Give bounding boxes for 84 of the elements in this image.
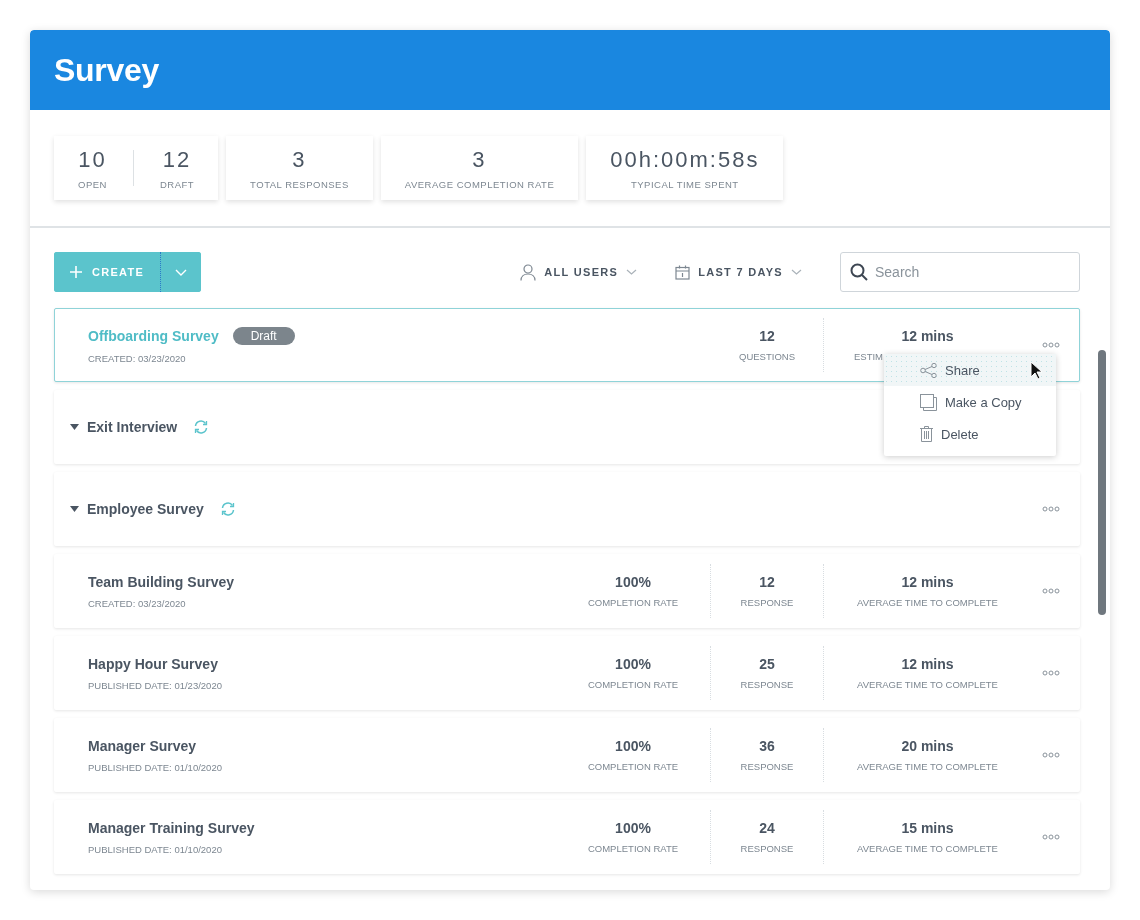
dropdown-button[interactable]: [160, 252, 202, 292]
caret-down-icon[interactable]: [70, 506, 79, 512]
survey-title[interactable]: Manager Training Survey: [88, 819, 556, 836]
more-icon: [1042, 670, 1060, 676]
published-date: PUBLISHED DATE: 01/23/2020: [88, 679, 223, 691]
stat-value: 12: [162, 146, 192, 173]
share-icon: [920, 362, 937, 378]
metric-label: COMPLETION RATE: [587, 597, 679, 608]
metric-label: COMPLETION RATE: [587, 843, 679, 854]
more-icon: [1042, 588, 1060, 594]
metric-label: RESPONSE: [740, 679, 794, 690]
metric-value: 12 mins: [901, 574, 954, 590]
status-badge: Draft: [232, 326, 295, 345]
metric-label: ESTIM: [854, 351, 884, 362]
search-icon: [850, 263, 868, 281]
metric-value: 36: [759, 738, 775, 754]
filter-dropdown[interactable]: LAST 7 DAYS: [675, 252, 802, 292]
stat-value: 3: [472, 146, 487, 173]
survey-title[interactable]: Manager Survey: [88, 737, 556, 754]
metric-value: 15 mins: [901, 820, 954, 836]
survey-row[interactable]: Manager Training Survey PUBLISHED DATE: 01/10/2020 100% COMPLETION RATE 24 RESPONSE 15 mins AVERAGE TIME TO COMPLETE: [54, 800, 1080, 874]
menu-item[interactable]: Share: [884, 354, 1056, 386]
metric-label: RESPONSE: [740, 843, 794, 854]
stat-label: TYPICAL TIME SPENT: [630, 178, 739, 190]
metric-value: 25: [759, 656, 775, 672]
metric-label: AVERAGE TIME TO COMPLETE: [857, 761, 998, 772]
person-icon: [520, 263, 537, 281]
trash-icon: [920, 426, 933, 442]
metric-value: 20 mins: [901, 738, 954, 754]
more-icon: [1042, 834, 1060, 840]
metric-label: QUESTIONS: [739, 351, 795, 362]
copy-icon: [920, 393, 937, 411]
refresh-icon[interactable]: [193, 419, 210, 435]
chevron-down-icon: [791, 269, 802, 275]
chevron-down-icon: [626, 269, 638, 275]
survey-title[interactable]: Team Building Survey: [88, 573, 556, 590]
survey-title[interactable]: Happy Hour Survey: [88, 655, 556, 672]
created-date: CREATED: 03/23/2020: [88, 352, 187, 364]
folder-title[interactable]: Exit Interview: [87, 419, 178, 435]
published-date: PUBLISHED DATE: 01/10/2020: [88, 843, 223, 855]
survey-row[interactable]: Employee Survey: [54, 472, 1080, 546]
metric-label: AVERAGE TIME TO COMPLETE: [857, 597, 998, 608]
metric-value: 100%: [615, 820, 651, 836]
metric-value: 12: [759, 574, 775, 590]
metric-label: RESPONSE: [740, 597, 794, 608]
filter-dropdown[interactable]: ALL USERS: [520, 252, 638, 292]
more-icon: [1042, 342, 1060, 348]
stat-label: TOTAL RESPONSES: [250, 178, 349, 190]
metric-label: COMPLETION RATE: [587, 761, 679, 772]
metric-value: 100%: [615, 738, 651, 754]
stat-value: 00h:00m:58s: [610, 146, 760, 173]
plus-icon: [70, 266, 82, 278]
metric-label: AVERAGE TIME TO COMPLETE: [857, 843, 998, 854]
stat-value: 3: [292, 146, 307, 173]
stat-label: DRAFT: [159, 178, 195, 190]
chevron-down-icon: [175, 268, 188, 276]
calendar-icon: [675, 264, 691, 280]
cursor-icon: [1030, 361, 1042, 380]
metric-value: 100%: [615, 574, 651, 590]
refresh-icon[interactable]: [219, 501, 236, 517]
metric-label: COMPLETION RATE: [587, 679, 679, 690]
metric-value: 12 mins: [901, 656, 954, 672]
metric-value: 24: [759, 820, 775, 836]
more-icon: [1042, 752, 1060, 758]
metric-value: 100%: [615, 656, 651, 672]
search-field[interactable]: Search: [840, 252, 1080, 292]
metric-label: RESPONSE: [740, 761, 794, 772]
survey-row[interactable]: Manager Survey PUBLISHED DATE: 01/10/2020 100% COMPLETION RATE 36 RESPONSE 20 mins AVERAGE TIME TO COMPLETE: [54, 718, 1080, 792]
metric-value: 12 mins: [901, 328, 954, 344]
caret-down-icon[interactable]: [70, 424, 79, 430]
survey-row[interactable]: Team Building Survey CREATED: 03/23/2020 100% COMPLETION RATE 12 RESPONSE 12 mins AVERAGE TIME TO COMPLETE: [54, 554, 1080, 628]
page-title: Survey: [54, 51, 159, 89]
scrollbar[interactable]: [1098, 350, 1106, 615]
published-date: PUBLISHED DATE: 01/10/2020: [88, 761, 223, 773]
stat-label: AVERAGE COMPLETION RATE: [404, 178, 555, 190]
menu-item[interactable]: Delete: [884, 418, 1056, 450]
stat-value: 10: [78, 146, 107, 173]
more-icon: [1042, 506, 1060, 512]
folder-title[interactable]: Employee Survey: [87, 501, 204, 517]
metric-label: AVERAGE TIME TO COMPLETE: [857, 679, 998, 690]
stat-label: OPEN: [78, 178, 107, 190]
metric-value: 12: [759, 328, 775, 344]
published-date: CREATED: 03/23/2020: [88, 597, 187, 609]
survey-row[interactable]: Happy Hour Survey PUBLISHED DATE: 01/23/2020 100% COMPLETION RATE 25 RESPONSE 12 mins AVERAGE TIME TO COMPLETE: [54, 636, 1080, 710]
